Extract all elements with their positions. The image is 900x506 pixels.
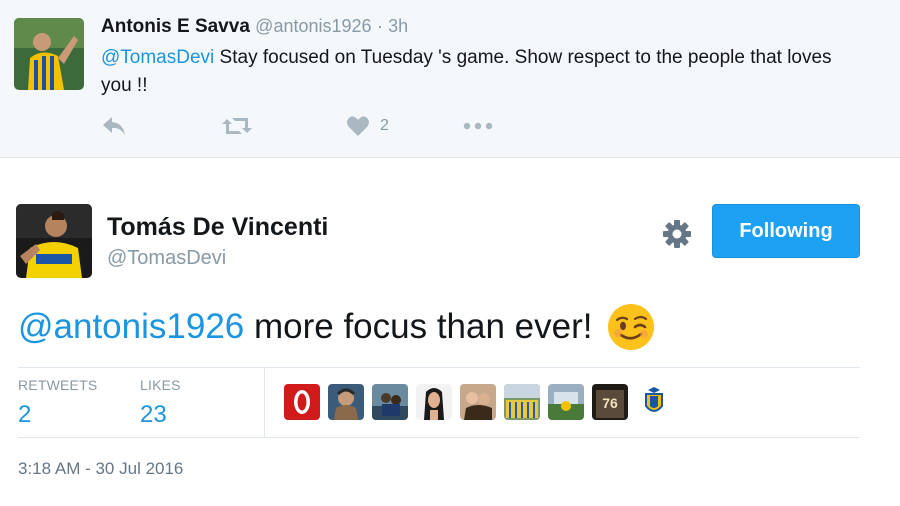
divider-top xyxy=(18,367,860,368)
reply-author-avatar[interactable] xyxy=(14,18,84,90)
main-author-avatar[interactable] xyxy=(16,204,92,278)
reply-button[interactable] xyxy=(101,112,127,140)
reply-icon xyxy=(101,115,127,137)
liker-avatar[interactable] xyxy=(416,384,452,420)
user-actions-button[interactable] xyxy=(661,218,693,250)
likes-count: 23 xyxy=(140,401,167,428)
retweets-count: 2 xyxy=(18,401,32,428)
retweets-stat[interactable]: RETWEETS 2 xyxy=(18,377,97,429)
reply-author-name[interactable]: Antonis E Savva xyxy=(101,16,250,37)
likes-label: LIKES xyxy=(140,377,181,393)
liker-avatar[interactable] xyxy=(504,384,540,420)
reply-mention-link[interactable]: @TomasDevi xyxy=(101,47,214,68)
retweet-icon xyxy=(221,115,253,137)
more-button[interactable] xyxy=(463,112,493,140)
main-mention-link[interactable]: @antonis1926 xyxy=(18,302,244,352)
reply-author-line: Antonis E Savva @antonis1926 · 3h xyxy=(101,16,408,38)
gear-icon xyxy=(661,220,693,254)
liker-avatar[interactable] xyxy=(372,384,408,420)
liker-avatar[interactable] xyxy=(636,384,672,420)
retweet-button[interactable] xyxy=(221,112,253,140)
main-text-body: more focus than ever! xyxy=(244,307,593,346)
heart-icon xyxy=(346,115,370,137)
liker-avatar[interactable]: 76 xyxy=(592,384,628,420)
time-separator: · xyxy=(376,16,383,36)
liker-avatar[interactable] xyxy=(548,384,584,420)
like-count: 2 xyxy=(380,117,389,134)
liker-avatar[interactable] xyxy=(328,384,364,420)
tweet-timestamp[interactable]: 3:18 AM - 30 Jul 2016 xyxy=(18,459,183,479)
reply-time[interactable]: 3h xyxy=(388,16,408,36)
more-icon xyxy=(463,122,493,130)
reply-tweet-actions: 2 xyxy=(101,112,521,140)
likes-stat[interactable]: LIKES 23 xyxy=(140,377,181,429)
reply-author-handle[interactable]: @antonis1926 xyxy=(255,16,371,36)
reply-tweet-text: @TomasDevi Stay focused on Tuesday 's ga… xyxy=(101,44,861,100)
main-author-handle[interactable]: @TomasDevi xyxy=(107,247,226,270)
divider-bottom xyxy=(18,437,860,438)
svg-text:76: 76 xyxy=(602,395,618,411)
stats-separator xyxy=(264,368,265,438)
reply-tweet[interactable]: Antonis E Savva @antonis1926 · 3h @Tomas… xyxy=(0,0,900,158)
liker-avatar[interactable] xyxy=(460,384,496,420)
like-button[interactable]: 2 xyxy=(346,112,389,140)
liker-avatar[interactable] xyxy=(284,384,320,420)
following-button[interactable]: Following xyxy=(712,204,860,258)
retweets-label: RETWEETS xyxy=(18,377,98,393)
main-author-name[interactable]: Tomás De Vincenti xyxy=(107,213,328,242)
winking-face-emoji xyxy=(607,303,655,351)
main-tweet-text: @antonis1926 more focus than ever! xyxy=(18,302,655,352)
